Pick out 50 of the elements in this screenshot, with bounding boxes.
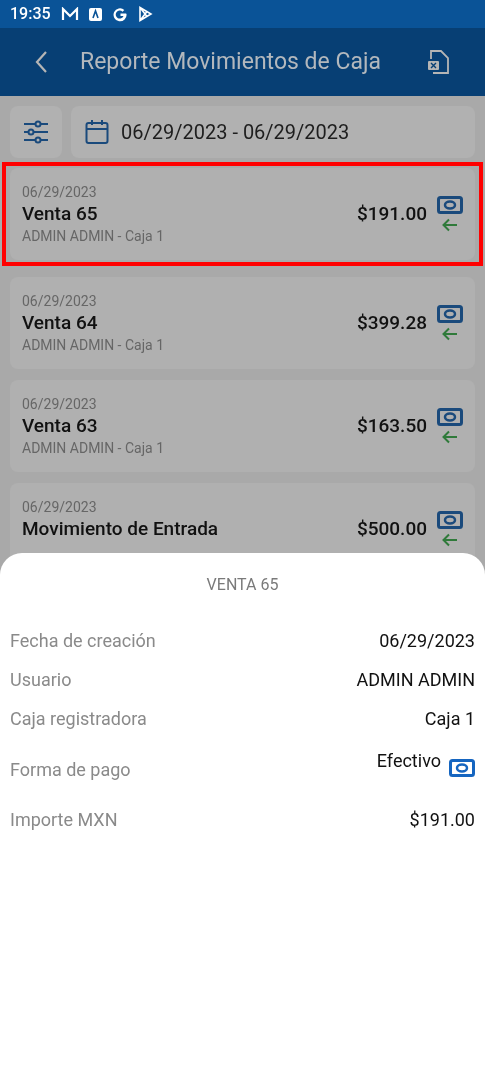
date-range-value: 06/29/2023 - 06/29/2023 bbox=[121, 119, 350, 146]
movement-subtitle: ADMIN ADMIN - Caja 1 bbox=[22, 336, 165, 354]
movement-card[interactable]: 06/29/2023 Venta 63 ADMIN ADMIN - Caja 1 $163.50 bbox=[10, 380, 475, 472]
movement-title: Venta 63 bbox=[22, 413, 99, 439]
detail-label: Fecha de creación bbox=[10, 629, 156, 653]
mail-icon bbox=[60, 7, 79, 21]
detail-label: Caja registradora bbox=[10, 707, 147, 731]
filter-button[interactable] bbox=[10, 106, 62, 158]
calendar-icon bbox=[85, 119, 109, 145]
movement-card[interactable]: 06/29/2023 Venta 65 ADMIN ADMIN - Caja 1 $191.00 bbox=[2, 162, 483, 266]
cash-icon bbox=[437, 305, 463, 323]
movement-amount: $500.00 bbox=[356, 515, 427, 542]
arrow-left-icon bbox=[442, 533, 458, 547]
detail-value: Caja 1 bbox=[424, 707, 475, 731]
movement-title: Venta 64 bbox=[22, 310, 99, 336]
detail-label: Importe MXN bbox=[10, 808, 118, 832]
cash-icon bbox=[449, 759, 475, 777]
filter-icon bbox=[23, 120, 49, 144]
movement-title: Movimiento de Entrada bbox=[22, 516, 220, 542]
cash-icon bbox=[437, 511, 463, 529]
movement-amount: $191.00 bbox=[356, 200, 427, 227]
screen-title: Reporte Movimientos de Caja bbox=[80, 46, 382, 77]
g-icon bbox=[111, 6, 128, 22]
movement-amount: $163.50 bbox=[356, 412, 427, 439]
movement-amount: $399.28 bbox=[356, 309, 427, 336]
detail-label: Forma de pago bbox=[10, 757, 131, 782]
detail-label: Usuario bbox=[10, 668, 72, 692]
movement-title: Venta 65 bbox=[22, 201, 99, 227]
detail-value: ADMIN ADMIN bbox=[356, 668, 475, 692]
movement-date: 06/29/2023 bbox=[22, 292, 98, 310]
play-icon bbox=[137, 6, 153, 22]
cash-icon bbox=[437, 408, 463, 426]
detail-value: 06/29/2023 bbox=[379, 629, 475, 653]
movement-date: 06/29/2023 bbox=[22, 498, 98, 516]
detail-value: Efectivo bbox=[376, 749, 441, 773]
arrow-left-icon bbox=[442, 430, 458, 444]
clock: 19:35 bbox=[10, 3, 51, 25]
movement-date: 06/29/2023 bbox=[22, 395, 98, 413]
arrow-left-icon bbox=[442, 327, 458, 341]
date-range-field[interactable]: 06/29/2023 - 06/29/2023 bbox=[71, 106, 475, 158]
detail-value: $191.00 bbox=[409, 808, 475, 832]
app-icon bbox=[88, 7, 102, 21]
sheet-title: VENTA 65 bbox=[205, 574, 280, 596]
arrow-left-icon bbox=[442, 218, 458, 232]
excel-export-icon[interactable] bbox=[427, 49, 451, 75]
movement-subtitle: ADMIN ADMIN - Caja 1 bbox=[22, 227, 165, 245]
movement-subtitle: ADMIN ADMIN - Caja 1 bbox=[22, 439, 165, 457]
movement-card[interactable]: 06/29/2023 Venta 64 ADMIN ADMIN - Caja 1 $399.28 bbox=[10, 277, 475, 369]
cash-icon bbox=[437, 196, 463, 214]
movement-date: 06/29/2023 bbox=[22, 183, 98, 201]
